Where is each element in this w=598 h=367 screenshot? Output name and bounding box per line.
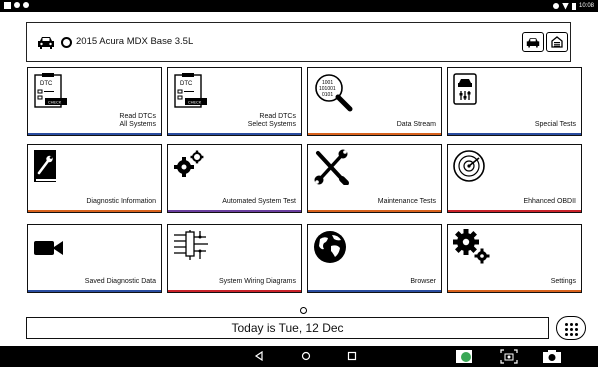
back-icon[interactable]: [254, 351, 264, 361]
shield-icon: [23, 2, 29, 8]
tile-accent-bar: [28, 210, 161, 212]
notification-icon: [14, 2, 20, 8]
tile-read-dtcs-all-systems[interactable]: DTC CHECK Read DTCs All Systems: [27, 67, 162, 136]
tile-saved-diagnostic-data[interactable]: Saved Diagnostic Data: [27, 224, 162, 293]
date-bar: Today is Tue, 12 Dec: [26, 317, 549, 339]
tile-accent-bar: [168, 210, 301, 212]
tile-accent-bar: [448, 210, 581, 212]
gears-icon: [174, 150, 204, 177]
tile-browser[interactable]: Browser: [307, 224, 442, 293]
tile-label: Ehhanced OBDII: [523, 198, 576, 205]
dtc-checklist-icon: DTC CHECK: [174, 73, 207, 108]
tile-special-tests[interactable]: Special Tests: [447, 67, 582, 136]
tools-crossed-icon: [314, 149, 349, 185]
wrench-book-icon: [34, 150, 56, 182]
obd-radar-icon: [453, 150, 485, 182]
vehicle-label: 2015 Acura MDX Base 3.5L: [76, 36, 194, 47]
tile-label: System Wiring Diagrams: [218, 278, 296, 285]
tile-label: Settings: [550, 278, 576, 285]
wifi-icon: [561, 2, 569, 10]
svg-text:0101: 0101: [322, 92, 333, 98]
vehicle-status-indicator: [61, 37, 72, 48]
car-equalizer-icon: [453, 73, 477, 105]
tile-data-stream[interactable]: 1001 101001 0101 Data Stream: [307, 67, 442, 136]
car-icon: [526, 37, 540, 48]
settings-gears-icon: [453, 229, 490, 264]
vehicle-bar[interactable]: 2015 Acura MDX Base 3.5L: [26, 22, 571, 62]
vehicle-select-button[interactable]: [522, 32, 544, 52]
video-camera-icon: [34, 241, 63, 255]
tile-accent-bar: [168, 133, 301, 135]
tile-accent-bar: [448, 290, 581, 292]
tile-accent-bar: [28, 133, 161, 135]
status-bar: 10:08: [0, 0, 598, 12]
tile-accent-bar: [308, 290, 441, 292]
dtc-checklist-icon: DTC CHECK: [34, 73, 67, 108]
garage-button[interactable]: [546, 32, 568, 52]
apps-menu-button[interactable]: [556, 316, 586, 340]
battery-icon: [571, 2, 576, 10]
tile-accent-bar: [308, 133, 441, 135]
binary-magnifier-icon: 1001 101001 0101: [315, 74, 353, 112]
tile-read-dtcs-select-systems[interactable]: DTC CHECK Read DTCs Select Systems: [167, 67, 302, 136]
tile-maintenance-tests[interactable]: Maintenance Tests: [307, 144, 442, 213]
car-icon: [38, 37, 54, 49]
camera-icon[interactable]: [542, 349, 562, 364]
screen-icon: [4, 2, 11, 9]
tile-label: Diagnostic Information: [86, 198, 156, 205]
tile-settings[interactable]: Settings: [447, 224, 582, 293]
tile-label: Automated System Test: [222, 198, 296, 205]
recents-icon[interactable]: [347, 351, 357, 361]
svg-text:DTC: DTC: [40, 81, 53, 87]
tile-automated-system-test[interactable]: Automated System Test: [167, 144, 302, 213]
svg-text:CHECK: CHECK: [48, 101, 62, 105]
page-indicator: [300, 307, 307, 314]
garage-icon: [551, 36, 563, 48]
app-shortcut-icon[interactable]: [455, 349, 473, 364]
tile-accent-bar: [308, 210, 441, 212]
tile-label: Special Tests: [534, 121, 576, 128]
home-icon[interactable]: [301, 351, 311, 361]
bluetooth-icon: [552, 3, 559, 9]
tile-system-wiring-diagrams[interactable]: System Wiring Diagrams: [167, 224, 302, 293]
tile-label: Maintenance Tests: [377, 198, 436, 205]
globe-icon: [314, 231, 346, 263]
svg-text:DTC: DTC: [180, 81, 193, 87]
svg-text:CHECK: CHECK: [188, 101, 202, 105]
navigation-bar: [0, 346, 598, 367]
clock: 10:08: [578, 3, 594, 9]
tile-label: Browser: [410, 278, 436, 285]
tile-accent-bar: [168, 290, 301, 292]
tile-label: Read DTCs Select Systems: [247, 113, 296, 128]
tile-label: Read DTCs All Systems: [119, 113, 156, 128]
tile-diagnostic-information[interactable]: Diagnostic Information: [27, 144, 162, 213]
tile-enhanced-obdii[interactable]: Ehhanced OBDII: [447, 144, 582, 213]
tile-accent-bar: [448, 133, 581, 135]
screenshot-icon[interactable]: [500, 349, 518, 364]
tile-accent-bar: [28, 290, 161, 292]
tile-label: Data Stream: [396, 121, 436, 128]
tile-label: Saved Diagnostic Data: [84, 278, 156, 285]
circuit-icon: [174, 230, 208, 260]
